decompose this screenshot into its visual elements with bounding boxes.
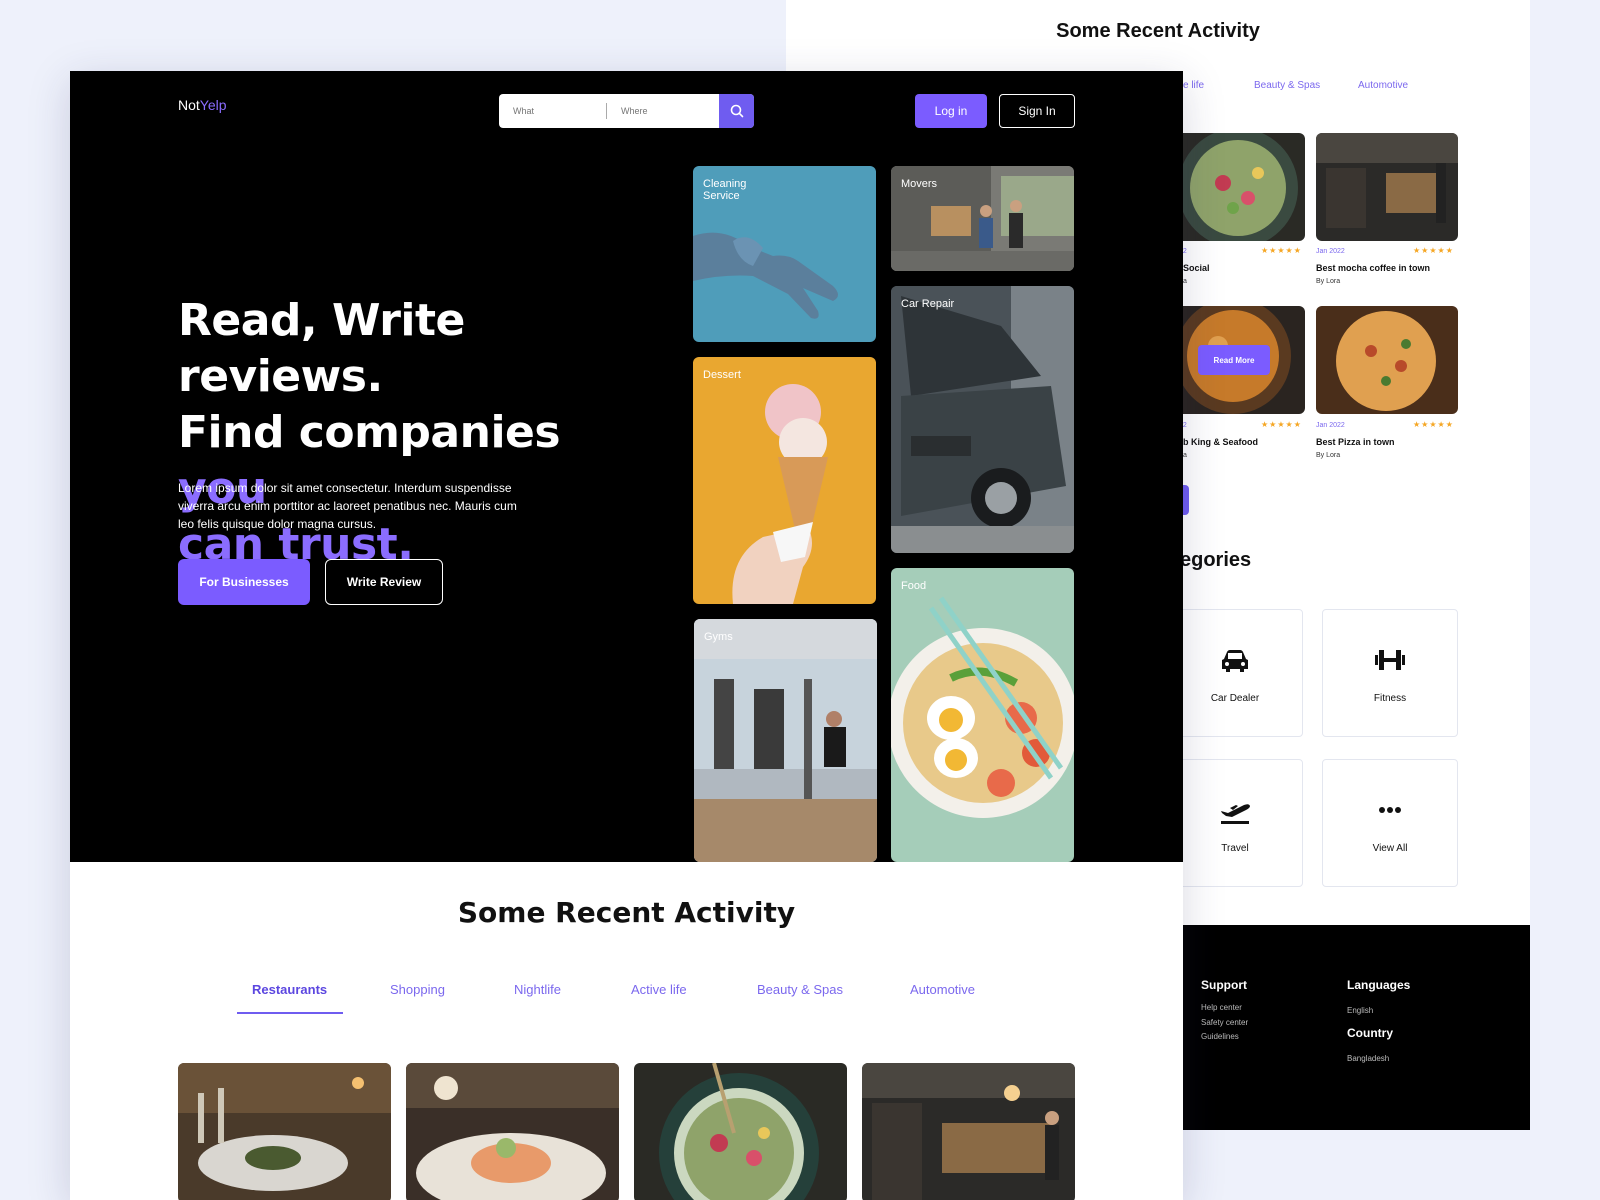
footer-country-value[interactable]: Bangladesh [1347, 1054, 1389, 1063]
category-card-view-all[interactable]: View All [1322, 759, 1458, 887]
back-tab-automotive[interactable]: Automotive [1358, 80, 1408, 91]
back-card-title[interactable]: b King & Seafood [1183, 437, 1258, 447]
headline-line-1: Read, Write reviews. [178, 295, 465, 402]
back-card-image-salad[interactable] [1163, 133, 1305, 241]
category-card-travel[interactable]: Travel [1167, 759, 1303, 887]
category-label: Fitness [1373, 692, 1407, 704]
restaurant-card-image[interactable] [406, 1063, 619, 1200]
tab-shopping[interactable]: Shopping [390, 982, 445, 1012]
back-card-title[interactable]: Social [1183, 263, 1210, 273]
back-tab-beauty-spas[interactable]: Beauty & Spas [1254, 80, 1320, 91]
tab-nightlife[interactable]: Nightlife [514, 982, 561, 1012]
search-what-input[interactable] [499, 94, 606, 128]
restaurant-card-image[interactable] [862, 1063, 1075, 1200]
back-card-date: Jan 2022 [1316, 422, 1345, 429]
back-section-title: Some Recent Activity [1056, 20, 1260, 42]
back-card-image-pizza[interactable] [1316, 306, 1458, 414]
back-card-image-coffee-shop[interactable] [1316, 133, 1458, 241]
headline-line-2: Find companies [178, 407, 561, 458]
category-card-fitness[interactable]: Fitness [1322, 609, 1458, 737]
airplane-icon [1221, 803, 1250, 824]
read-more-button[interactable]: Read More [1198, 345, 1270, 375]
back-card-author: By Lora [1316, 278, 1341, 285]
for-businesses-button[interactable]: For Businesses [178, 559, 310, 605]
logo-prefix: Not [178, 97, 200, 113]
back-card-stars: ★★★★★ [1261, 420, 1302, 429]
tile-dessert[interactable]: Dessert [693, 357, 876, 604]
tile-label: Cleaning Service [703, 178, 747, 202]
restaurant-card-image[interactable] [178, 1063, 391, 1200]
category-card-car-dealer[interactable]: Car Dealer [1167, 609, 1303, 737]
tile-gyms[interactable]: Gyms [694, 619, 877, 862]
footer-link-help-center[interactable]: Help center [1201, 1003, 1242, 1012]
car-icon [1222, 649, 1248, 672]
tile-label: Movers [901, 178, 938, 190]
more-icon [1379, 806, 1401, 813]
category-label: View All [1372, 842, 1408, 854]
back-card-date: Jan 2022 [1316, 248, 1345, 255]
login-button[interactable]: Log in [915, 94, 987, 128]
tile-cleaning-service[interactable]: Cleaning Service [693, 166, 876, 342]
signin-button[interactable]: Sign In [999, 94, 1075, 128]
search-icon [730, 104, 743, 118]
category-label: Car Dealer [1210, 692, 1260, 704]
tile-label: Dessert [703, 369, 741, 381]
footer-link-guidelines[interactable]: Guidelines [1201, 1032, 1239, 1041]
back-footer: Support Help center Safety center Guidel… [1183, 925, 1530, 1130]
footer-link-safety-center[interactable]: Safety center [1201, 1018, 1248, 1027]
logo-accent: Yelp [199, 97, 227, 113]
back-card-stars: ★★★★★ [1261, 246, 1302, 255]
back-card-author: a [1183, 278, 1187, 285]
tile-car-repair[interactable]: Car Repair [891, 286, 1074, 553]
tile-food[interactable]: Food [891, 568, 1074, 862]
tab-automotive[interactable]: Automotive [910, 982, 975, 1012]
active-tab-indicator [237, 1012, 343, 1014]
search-bar [499, 94, 754, 128]
restaurant-card-image[interactable] [634, 1063, 847, 1200]
dumbbell-icon [1375, 649, 1405, 670]
back-card-author: a [1183, 452, 1187, 459]
search-where-input[interactable] [607, 94, 719, 128]
tile-label: Food [901, 580, 927, 592]
back-categories-title: egories [1180, 549, 1252, 571]
write-review-button[interactable]: Write Review [325, 559, 443, 605]
footer-support-title: Support [1201, 978, 1247, 992]
hero-section: NotYelp Log in Sign In Read, Write revie… [70, 71, 1183, 862]
back-card-title[interactable]: Best mocha coffee in town [1316, 263, 1430, 273]
back-card-author: By Lora [1316, 452, 1341, 459]
logo[interactable]: NotYelp [178, 97, 227, 113]
hero-description: Lorem ipsum dolor sit amet consectetur. … [178, 481, 517, 531]
back-card-title[interactable]: Best Pizza in town [1316, 437, 1395, 447]
tile-movers[interactable]: Movers [891, 166, 1074, 271]
recent-activity-title: Some Recent Activity [457, 896, 796, 929]
tile-label: Gyms [704, 631, 733, 643]
category-tabs: Restaurants Shopping Nightlife Active li… [237, 982, 1057, 1014]
tab-restaurants[interactable]: Restaurants [252, 982, 327, 1012]
back-card-stars: ★★★★★ [1413, 246, 1454, 255]
footer-country-title: Country [1347, 1026, 1393, 1040]
front-page: NotYelp Log in Sign In Read, Write revie… [70, 71, 1183, 1200]
category-label: Travel [1221, 842, 1249, 854]
tile-label: Car Repair [901, 298, 955, 310]
footer-language-value[interactable]: English [1347, 1006, 1373, 1015]
back-card-stars: ★★★★★ [1413, 420, 1454, 429]
tab-beauty-spas[interactable]: Beauty & Spas [757, 982, 843, 1012]
footer-languages-title: Languages [1347, 978, 1411, 992]
search-button[interactable] [719, 94, 754, 128]
tab-active-life[interactable]: Active life [631, 982, 687, 1012]
